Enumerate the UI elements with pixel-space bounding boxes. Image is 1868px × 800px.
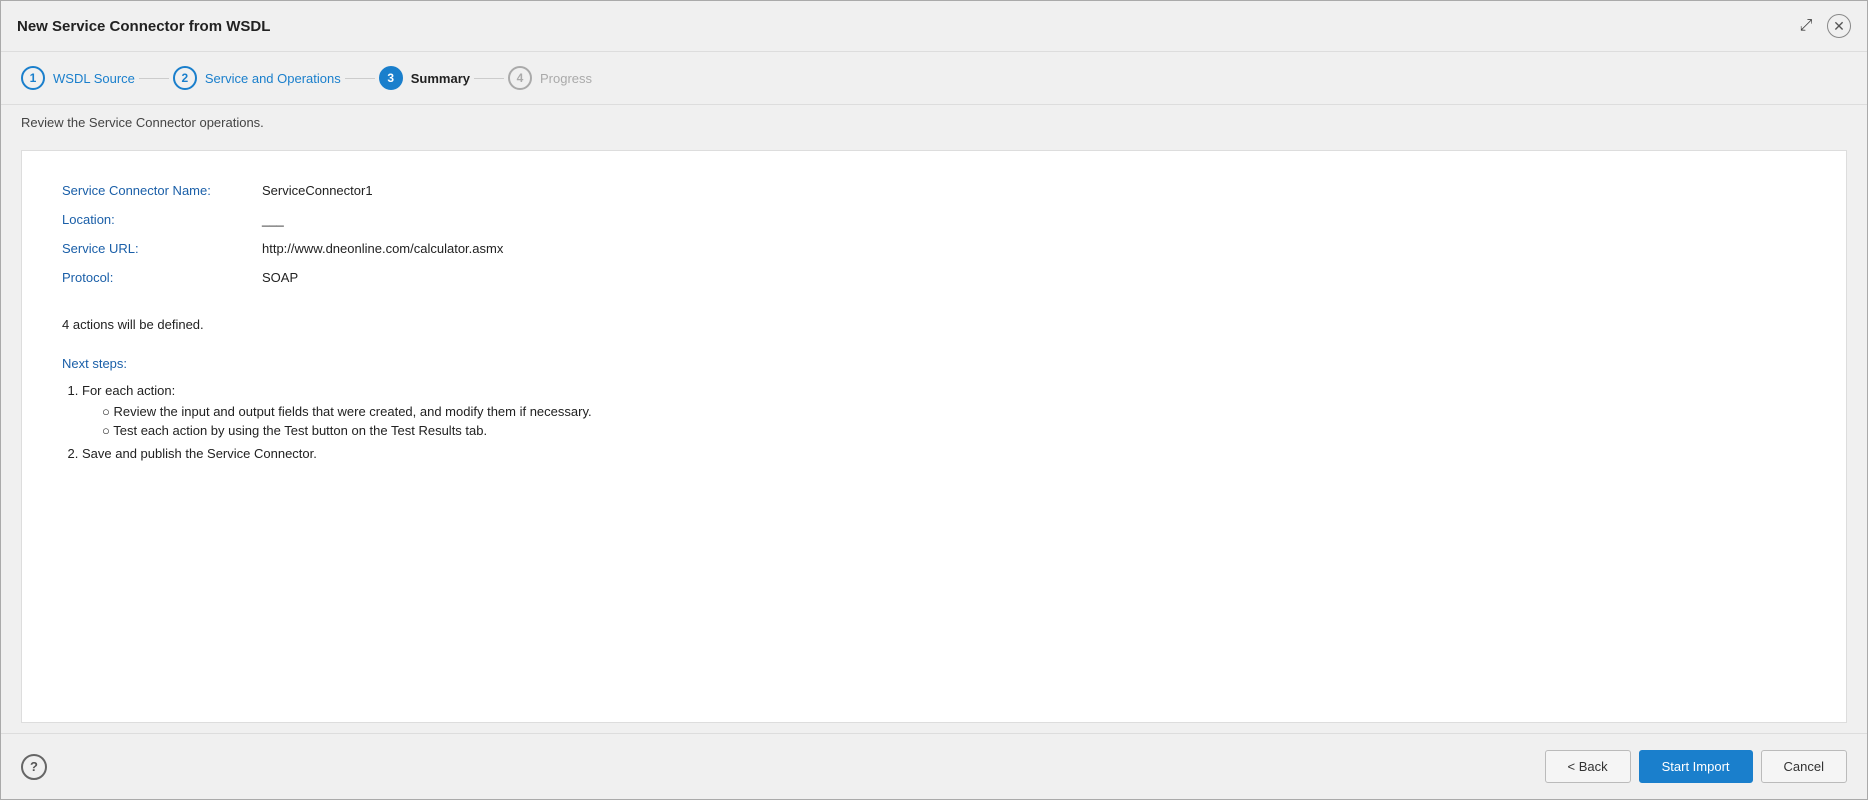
step-1-label: WSDL Source xyxy=(53,71,135,86)
start-import-button[interactable]: Start Import xyxy=(1639,750,1753,783)
step-4: 4 Progress xyxy=(508,66,592,90)
main-content: Service Connector Name: ServiceConnector… xyxy=(1,140,1867,733)
close-button[interactable]: ✕ xyxy=(1827,14,1851,38)
location-label: Location: xyxy=(62,210,262,229)
step-2[interactable]: 2 Service and Operations xyxy=(173,66,341,90)
step-2-label: Service and Operations xyxy=(205,71,341,86)
sub-item-2: Test each action by using the Test butto… xyxy=(102,423,1806,438)
next-steps-list: For each action: Review the input and ou… xyxy=(62,383,1806,461)
protocol-label: Protocol: xyxy=(62,268,262,287)
step-4-circle: 4 xyxy=(508,66,532,90)
connector-name-value: ServiceConnector1 xyxy=(262,181,1806,200)
steps-bar: 1 WSDL Source 2 Service and Operations 3… xyxy=(1,52,1867,105)
title-bar: New Service Connector from WSDL ⤢ ✕ xyxy=(1,1,1867,52)
title-bar-controls: ⤢ ✕ xyxy=(1793,13,1851,39)
step-1-circle: 1 xyxy=(21,66,45,90)
protocol-value: SOAP xyxy=(262,268,1806,287)
service-url-label: Service URL: xyxy=(62,239,262,258)
footer-left: ? xyxy=(21,754,47,780)
maximize-button[interactable]: ⤢ xyxy=(1793,13,1819,39)
help-button[interactable]: ? xyxy=(21,754,47,780)
help-icon: ? xyxy=(30,759,38,774)
cancel-button[interactable]: Cancel xyxy=(1761,750,1847,783)
step-separator-1 xyxy=(139,78,169,79)
actions-text: 4 actions will be defined. xyxy=(62,317,1806,332)
location-value: ___ xyxy=(262,210,1806,229)
content-box: Service Connector Name: ServiceConnector… xyxy=(21,150,1847,723)
footer: ? < Back Start Import Cancel xyxy=(1,733,1867,799)
review-text: Review the Service Connector operations. xyxy=(1,105,1867,140)
close-icon: ✕ xyxy=(1833,18,1845,35)
back-button[interactable]: < Back xyxy=(1545,750,1631,783)
step-separator-3 xyxy=(474,78,504,79)
footer-right: < Back Start Import Cancel xyxy=(1545,750,1848,783)
step-separator-2 xyxy=(345,78,375,79)
dialog-title: New Service Connector from WSDL xyxy=(17,18,270,35)
dialog: New Service Connector from WSDL ⤢ ✕ 1 WS… xyxy=(0,0,1868,800)
sub-item-1: Review the input and output fields that … xyxy=(102,404,1806,419)
step-3-label: Summary xyxy=(411,71,470,86)
next-step-1: For each action: Review the input and ou… xyxy=(82,383,1806,438)
step-2-circle: 2 xyxy=(173,66,197,90)
info-table: Service Connector Name: ServiceConnector… xyxy=(62,181,1806,287)
step-3-circle: 3 xyxy=(379,66,403,90)
step-4-label: Progress xyxy=(540,71,592,86)
maximize-icon: ⤢ xyxy=(1800,17,1813,35)
next-steps-label: Next steps: xyxy=(62,356,1806,371)
step-1[interactable]: 1 WSDL Source xyxy=(21,66,135,90)
next-step-2: Save and publish the Service Connector. xyxy=(82,446,1806,461)
service-url-value: http://www.dneonline.com/calculator.asmx xyxy=(262,239,1806,258)
next-step-1-subitems: Review the input and output fields that … xyxy=(82,404,1806,438)
step-3[interactable]: 3 Summary xyxy=(379,66,470,90)
connector-name-label: Service Connector Name: xyxy=(62,181,262,200)
